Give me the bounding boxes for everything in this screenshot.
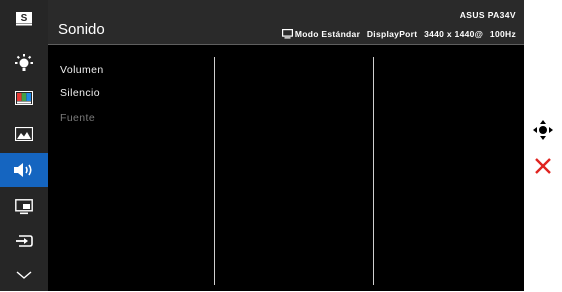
mode-label: Modo Estándar [294,29,361,39]
speaker-icon [14,163,32,177]
brightness-icon [15,54,33,71]
column-divider [214,57,215,285]
status-info: Modo Estándar DisplayPort 3440 x 1440@ 1… [281,29,516,39]
svg-text:S: S [21,13,28,24]
resolution-label: 3440 x 1440@ [424,29,484,39]
sidebar-item-color[interactable] [0,81,48,115]
column-divider [373,57,374,285]
monitor-icon [281,29,293,39]
header: Sonido ASUS PA34V Modo Estándar DisplayP… [48,0,524,45]
menu-item-mute[interactable]: Silencio [60,87,100,99]
sidebar-item-pip[interactable] [0,190,48,224]
menu-item-source: Fuente [60,112,96,124]
pip-icon [15,199,33,215]
sidebar-item-image[interactable] [0,117,48,151]
chevron-down-icon [16,271,32,279]
main-panel: Sonido ASUS PA34V Modo Estándar DisplayP… [48,0,524,291]
exit-button[interactable] [531,154,555,178]
menu-item-volume[interactable]: Volumen [60,64,104,76]
joystick-icon [533,120,553,140]
close-icon [535,158,551,174]
input-select-icon [16,235,33,247]
color-bars-icon [15,91,33,105]
image-icon [15,127,33,141]
sidebar-item-input[interactable] [0,224,48,258]
sidebar-item-splendid[interactable]: S [0,2,48,36]
sidebar-item-brightness[interactable] [0,46,48,80]
sidebar-item-more[interactable] [0,258,48,292]
osd-window: S Sonido ASUS PA34V Modo Estándar Displa… [0,0,524,291]
sidebar: S [0,0,48,291]
splendid-s-icon: S [16,12,32,26]
joystick-nav[interactable] [531,118,555,142]
page-title: Sonido [58,21,105,38]
port-label: DisplayPort [366,29,418,39]
sidebar-item-sound[interactable] [0,153,48,187]
refresh-label: 100Hz [489,29,516,39]
model-name: ASUS PA34V [459,10,516,20]
